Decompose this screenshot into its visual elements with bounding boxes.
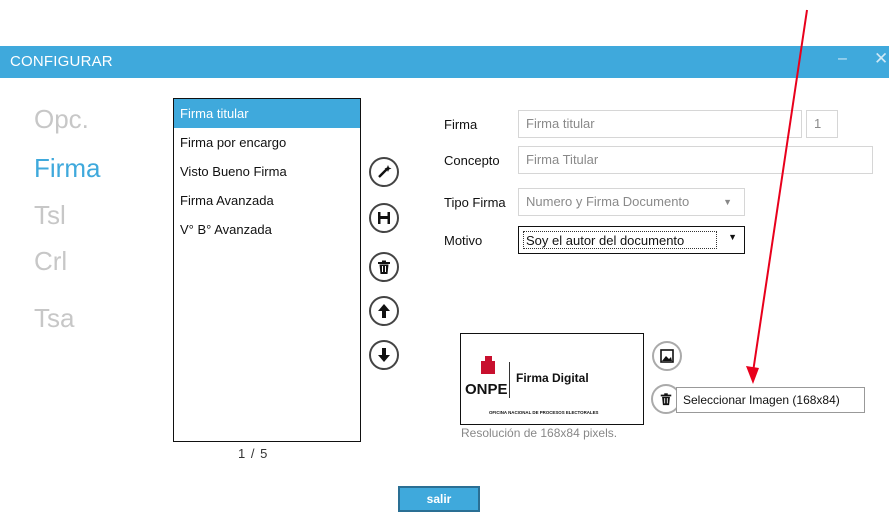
annotation-arrow bbox=[746, 9, 808, 384]
